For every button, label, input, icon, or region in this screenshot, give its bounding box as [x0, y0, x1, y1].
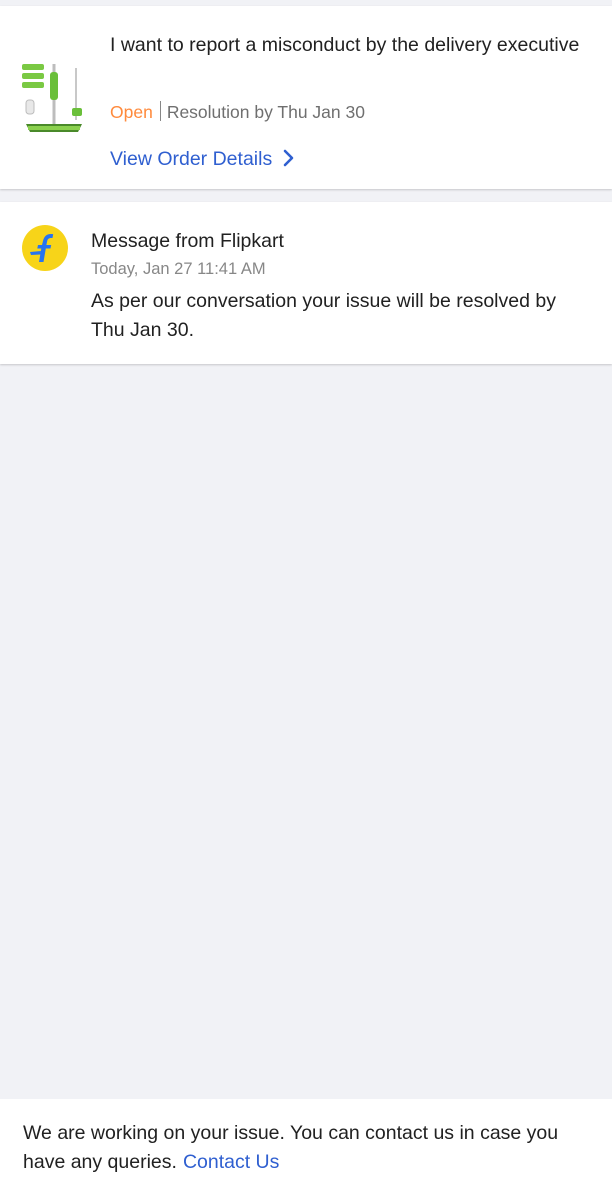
issue-card: I want to report a misconduct by the del…: [0, 6, 612, 189]
contact-us-link[interactable]: Contact Us: [183, 1151, 279, 1173]
support-ticket-page: I want to report a misconduct by the del…: [0, 0, 612, 1200]
footer-message: We are working on your issue. You can co…: [23, 1119, 593, 1177]
status-badge: Open: [110, 102, 153, 122]
footer-bar: We are working on your issue. You can co…: [0, 1099, 612, 1200]
status-separator: [159, 101, 161, 121]
message-sender: Message from Flipkart: [91, 230, 284, 252]
footer-text: We are working on your issue. You can co…: [23, 1122, 559, 1173]
chevron-right-icon: [283, 149, 294, 167]
view-order-details-label: View Order Details: [110, 148, 273, 170]
flipkart-logo-icon: [22, 225, 68, 271]
resolution-date: Resolution by Thu Jan 30: [166, 102, 365, 122]
view-order-details-link[interactable]: View Order Details: [110, 145, 294, 173]
message-timestamp: Today, Jan 27 11:41 AM: [91, 260, 266, 278]
message-card: Message from Flipkart Today, Jan 27 11:4…: [0, 202, 612, 364]
issue-title: I want to report a misconduct by the del…: [110, 34, 580, 56]
product-thumbnail-icon: [22, 64, 82, 132]
message-body: As per our conversation your issue will …: [91, 290, 556, 341]
issue-status-line: Open Resolution by Thu Jan 30: [110, 100, 365, 124]
